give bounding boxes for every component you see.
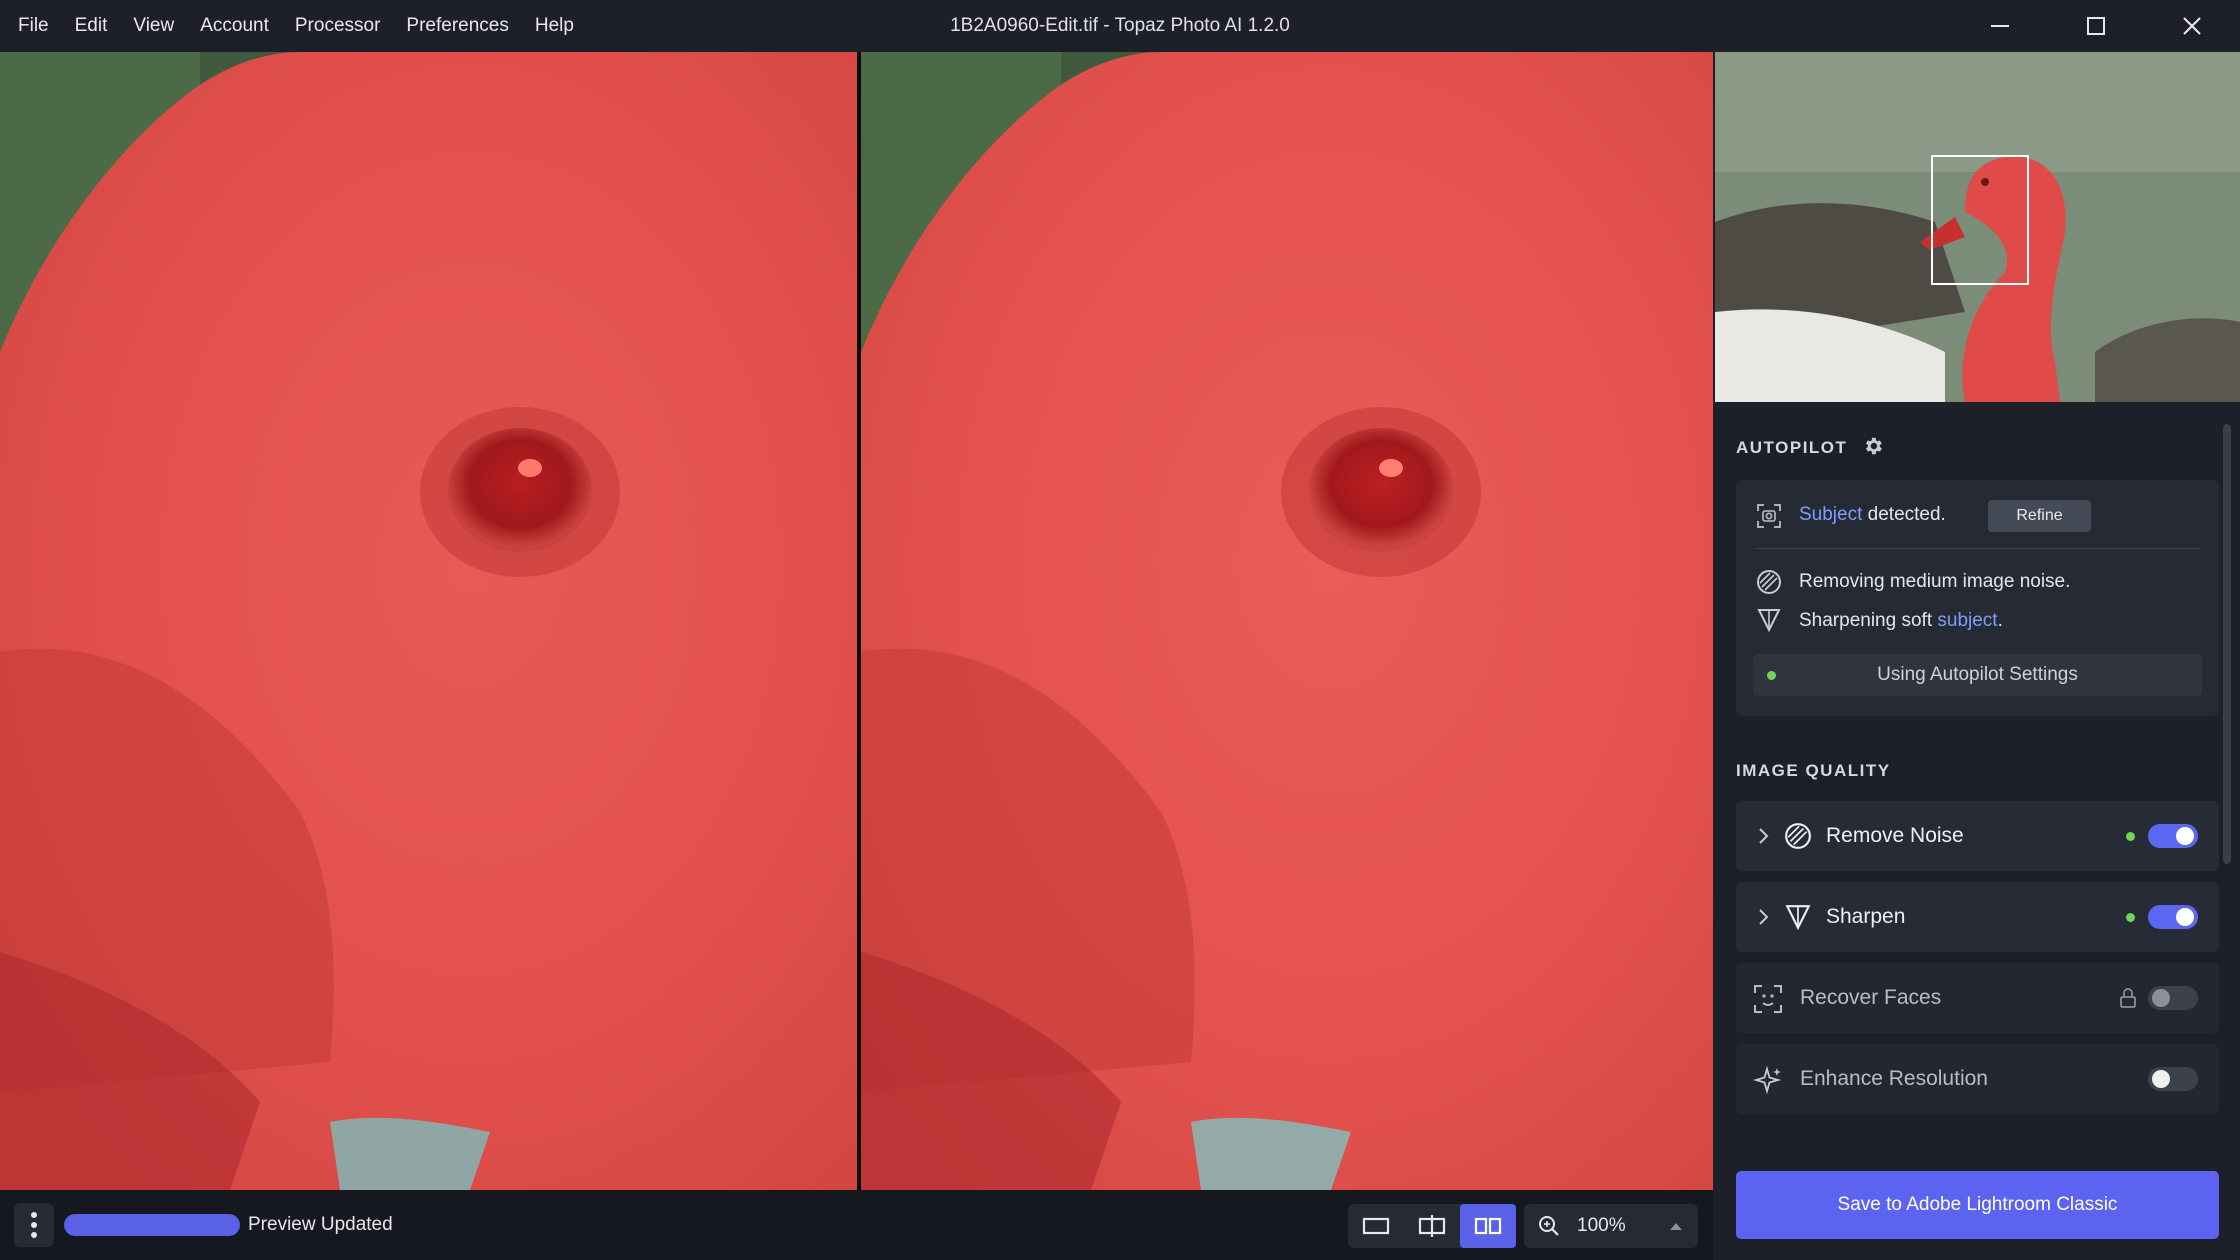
subject-detected-text: Subject detected. <box>1799 504 1946 525</box>
enhance-resolution-toggle[interactable] <box>2148 1067 2198 1091</box>
close-icon <box>2183 17 2201 35</box>
feature-label: Recover Faces <box>1800 986 1942 1009</box>
using-autopilot-settings[interactable]: Using Autopilot Settings <box>1753 654 2202 696</box>
chevron-up-icon[interactable] <box>1668 1219 1684 1233</box>
preview-status-label: Preview Updated <box>248 1214 393 1235</box>
sharpen-toggle[interactable] <box>2148 905 2198 929</box>
chevron-right-icon[interactable] <box>1754 906 1774 928</box>
menu-help[interactable]: Help <box>535 15 574 37</box>
feature-enhance-resolution[interactable]: Enhance Resolution <box>1736 1044 2219 1114</box>
menu-file[interactable]: File <box>18 15 49 37</box>
remove-noise-toggle[interactable] <box>2148 824 2198 848</box>
feature-recover-faces[interactable]: Recover Faces <box>1736 963 2219 1033</box>
subject-detect-icon <box>1757 504 1781 528</box>
view-mode-group <box>1348 1204 1516 1248</box>
single-view-button[interactable] <box>1348 1204 1404 1248</box>
split-view-icon <box>1418 1215 1446 1237</box>
sparkle-icon <box>1753 1065 1782 1095</box>
feature-sharpen[interactable]: Sharpen <box>1736 882 2219 952</box>
active-dot <box>2126 913 2135 922</box>
bottom-bar: Preview Updated 100% <box>0 1190 1713 1260</box>
zoom-value: 100% <box>1577 1215 1626 1236</box>
menu-edit[interactable]: Edit <box>75 15 108 37</box>
preview-progress-bar <box>64 1214 240 1236</box>
navigator-thumbnail[interactable] <box>1715 52 2240 402</box>
close-button[interactable] <box>2144 0 2240 52</box>
maximize-icon <box>2087 17 2105 35</box>
sharpen-icon <box>1785 905 1811 931</box>
noise-icon <box>1785 823 1811 849</box>
minimize-button[interactable] <box>1952 0 2048 52</box>
maximize-button[interactable] <box>2048 0 2144 52</box>
noise-status-text: Removing medium image noise. <box>1799 571 2071 592</box>
single-view-icon <box>1362 1217 1390 1235</box>
split-view-button[interactable] <box>1404 1204 1460 1248</box>
separator <box>1756 548 2201 549</box>
chevron-right-icon[interactable] <box>1754 825 1774 847</box>
window-controls <box>1952 0 2240 52</box>
panel-scrollbar[interactable] <box>2223 424 2231 864</box>
zoom-icon <box>1539 1216 1559 1236</box>
processed-preview[interactable] <box>861 52 1713 1190</box>
autopilot-card: Subject detected. Refine Removing medium… <box>1736 480 2219 716</box>
active-dot <box>2126 832 2135 841</box>
original-preview[interactable] <box>0 52 857 1190</box>
gear-icon[interactable] <box>1862 435 1884 457</box>
using-autopilot-label: Using Autopilot Settings <box>1877 664 2078 685</box>
side-panel: AUTOPILOT Subject detected. Refine Remov… <box>1713 52 2240 1260</box>
subject-link[interactable]: Subject <box>1799 504 1862 525</box>
side-by-side-icon <box>1474 1217 1502 1235</box>
lock-icon <box>2120 988 2136 1008</box>
save-button[interactable]: Save to Adobe Lightroom Classic <box>1736 1171 2219 1239</box>
autopilot-title: AUTOPILOT <box>1736 435 1884 458</box>
feature-remove-noise[interactable]: Remove Noise <box>1736 801 2219 871</box>
menu-processor[interactable]: Processor <box>295 15 381 37</box>
feature-label: Sharpen <box>1826 905 1906 928</box>
face-icon <box>1754 985 1782 1013</box>
menu-view[interactable]: View <box>133 15 174 37</box>
side-by-side-view-button[interactable] <box>1460 1204 1516 1248</box>
kebab-icon <box>31 1212 37 1238</box>
minimize-icon <box>1991 25 2009 27</box>
navigator-image <box>1715 52 2240 402</box>
processed-image <box>861 52 1713 1190</box>
more-options-button[interactable] <box>14 1203 54 1247</box>
sharpen-status-text: Sharpening soft subject. <box>1799 610 2003 631</box>
feature-label: Remove Noise <box>1826 824 1964 847</box>
feature-label: Enhance Resolution <box>1800 1067 1988 1090</box>
refine-button[interactable]: Refine <box>1988 500 2091 532</box>
image-quality-title: IMAGE QUALITY <box>1736 761 1891 780</box>
menu-account[interactable]: Account <box>200 15 269 37</box>
recover-faces-toggle[interactable] <box>2148 986 2198 1010</box>
noise-icon <box>1757 570 1781 594</box>
comparison-viewer[interactable] <box>0 52 1713 1190</box>
original-image <box>0 52 857 1190</box>
zoom-control[interactable]: 100% <box>1524 1204 1698 1248</box>
title-bar: File Edit View Account Processor Prefere… <box>0 0 2240 52</box>
subject-link-2[interactable]: subject <box>1937 610 1997 631</box>
sharpen-icon <box>1757 609 1781 633</box>
menu-bar: File Edit View Account Processor Prefere… <box>0 0 600 52</box>
menu-preferences[interactable]: Preferences <box>406 15 508 37</box>
